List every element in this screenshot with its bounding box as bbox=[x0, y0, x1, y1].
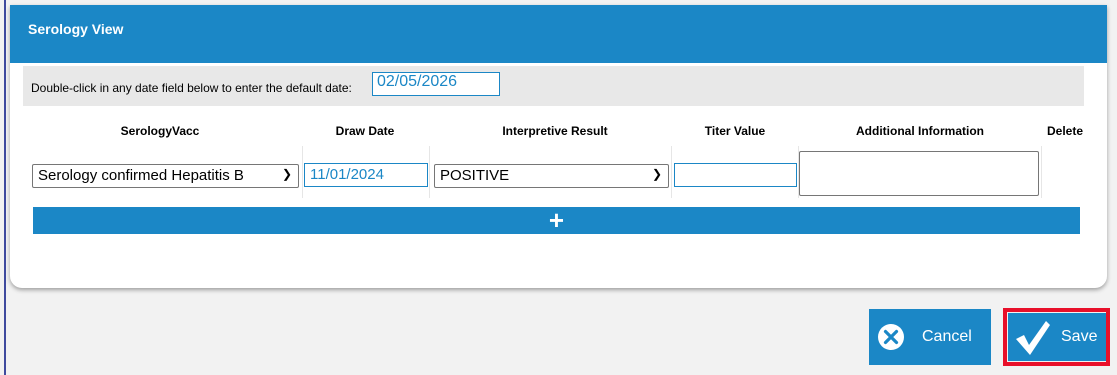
chevron-down-icon: ❯ bbox=[281, 167, 292, 181]
close-circle-icon bbox=[878, 324, 904, 350]
draw-date-input[interactable]: 11/01/2024 bbox=[304, 163, 428, 187]
cell-divider bbox=[302, 146, 303, 198]
add-row-button[interactable]: + bbox=[33, 207, 1080, 234]
column-header-additional-information: Additional Information bbox=[856, 124, 984, 138]
serology-vacc-value: Serology confirmed Hepatitis B bbox=[38, 167, 244, 184]
column-header-delete: Delete bbox=[1046, 124, 1084, 138]
cell-divider bbox=[671, 146, 672, 198]
default-date-bar: Double-click in any date field below to … bbox=[23, 66, 1084, 106]
left-edge-line bbox=[4, 0, 6, 375]
column-header-serologyvacc: SerologyVacc bbox=[120, 124, 200, 138]
modal-header: Serology View bbox=[10, 5, 1107, 57]
column-header-draw-date: Draw Date bbox=[335, 124, 395, 138]
default-date-label: Double-click in any date field below to … bbox=[31, 81, 352, 95]
cell-divider bbox=[1041, 146, 1042, 198]
cancel-button[interactable]: Cancel bbox=[869, 309, 991, 365]
column-header-titer-value: Titer Value bbox=[704, 124, 766, 138]
cancel-button-label: Cancel bbox=[922, 328, 972, 345]
interpretive-result-select[interactable]: POSITIVE ❯ bbox=[434, 164, 669, 188]
column-header-interpretive-result: Interpretive Result bbox=[502, 124, 608, 138]
cell-divider bbox=[429, 146, 430, 198]
additional-information-textarea[interactable] bbox=[799, 151, 1039, 196]
modal-title: Serology View bbox=[28, 21, 124, 37]
default-date-input[interactable]: 02/05/2026 bbox=[372, 72, 500, 96]
header-underline bbox=[10, 57, 1107, 63]
serology-view-modal: Serology View bbox=[10, 5, 1107, 288]
plus-icon: + bbox=[548, 205, 565, 235]
save-highlight-box bbox=[1003, 308, 1110, 366]
titer-value-input[interactable] bbox=[674, 163, 797, 187]
interpretive-result-value: POSITIVE bbox=[440, 167, 510, 184]
chevron-down-icon: ❯ bbox=[651, 167, 662, 181]
serology-vacc-select[interactable]: Serology confirmed Hepatitis B ❯ bbox=[32, 164, 299, 188]
